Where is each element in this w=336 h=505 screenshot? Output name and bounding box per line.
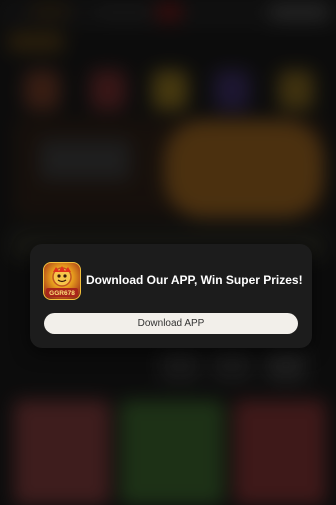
download-app-modal: GGR678 Download Our APP, Win Super Prize…: [30, 244, 312, 348]
app-screen: GGR678 Download Our APP, Win Super Prize…: [0, 0, 336, 505]
app-logo-icon: GGR678: [43, 262, 81, 300]
download-app-button[interactable]: Download APP: [44, 313, 298, 334]
app-logo-text: GGR678: [49, 290, 75, 297]
modal-title: Download Our APP, Win Super Prizes!: [86, 273, 303, 287]
